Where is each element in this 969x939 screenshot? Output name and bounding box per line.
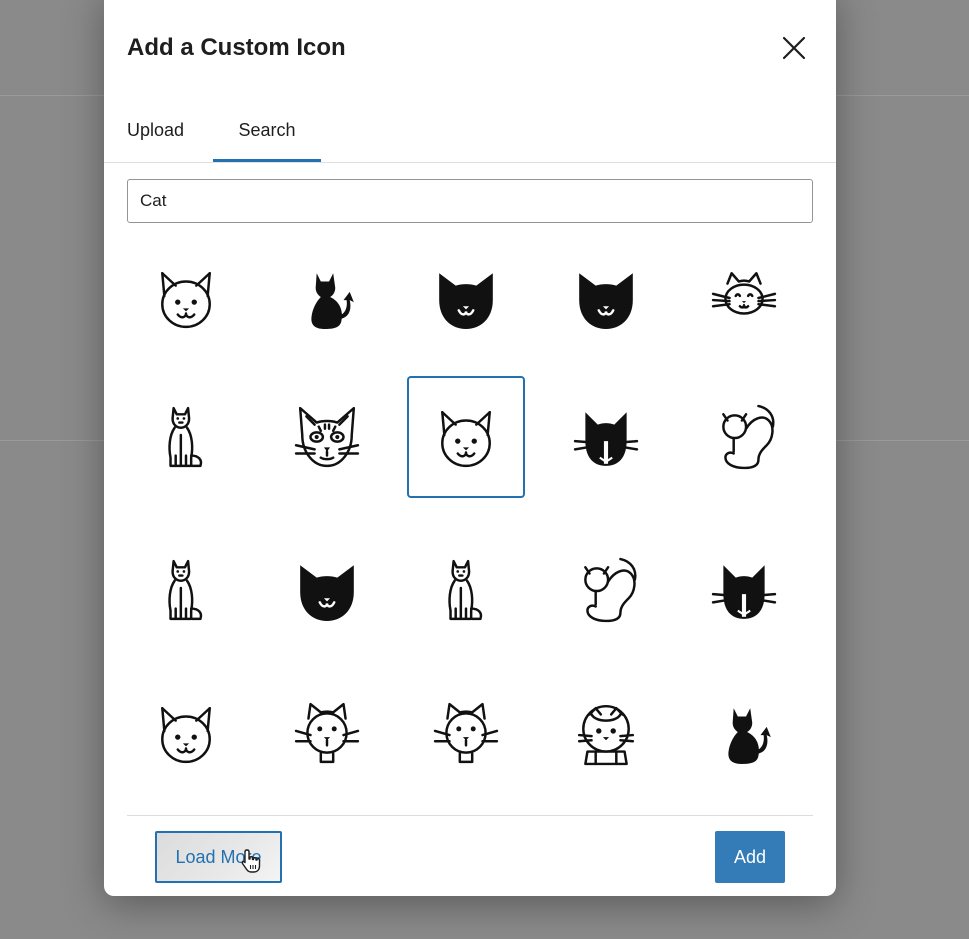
load-more-button[interactable]: Load More xyxy=(155,831,282,883)
icon-option[interactable] xyxy=(127,529,245,651)
cat-face-outline-icon xyxy=(161,707,211,764)
dialog-title: Add a Custom Icon xyxy=(127,34,346,61)
icon-option[interactable] xyxy=(407,529,525,651)
cat-face-round-whiskers-icon xyxy=(433,702,499,764)
cat-face-whiskers-solid-icon xyxy=(711,565,777,619)
icon-option[interactable] xyxy=(685,376,803,498)
icon-option[interactable] xyxy=(268,237,386,359)
cat-sitting-outline-icon xyxy=(448,559,483,621)
tab-upload[interactable]: Upload xyxy=(127,100,197,161)
icon-option[interactable] xyxy=(547,529,665,651)
close-button[interactable] xyxy=(776,30,812,66)
icon-option[interactable] xyxy=(685,672,803,794)
custom-icon-dialog: Add a Custom Icon Upload Search Load Mor… xyxy=(104,0,836,896)
cat-face-detailed-outline-icon xyxy=(294,406,360,468)
icon-option[interactable] xyxy=(685,529,803,651)
icon-option[interactable] xyxy=(407,376,525,498)
cat-face-solid-icon xyxy=(579,273,633,329)
cat-sitting-outline-icon xyxy=(168,406,203,468)
cat-face-outline-icon xyxy=(441,411,491,468)
cat-face-solid-icon xyxy=(439,273,493,329)
cat-curled-outline-icon xyxy=(722,404,775,470)
icon-option[interactable] xyxy=(268,376,386,498)
tab-upload-label: Upload xyxy=(127,120,185,140)
icon-option[interactable] xyxy=(127,237,245,359)
cat-face-whiskers-solid-icon xyxy=(573,412,639,466)
add-button[interactable]: Add xyxy=(715,831,785,883)
cat-face-outline-icon xyxy=(161,272,211,329)
cat-curled-outline-icon xyxy=(584,557,637,623)
icon-grid xyxy=(127,237,813,809)
icon-option[interactable] xyxy=(127,376,245,498)
cat-sitting-outline-icon xyxy=(168,559,203,621)
cat-face-whiskers-outline-icon xyxy=(711,272,777,315)
icon-option[interactable] xyxy=(268,529,386,651)
cat-astronaut-outline-icon xyxy=(577,704,635,766)
icon-option[interactable] xyxy=(407,672,525,794)
icon-option[interactable] xyxy=(547,672,665,794)
cat-face-round-whiskers-icon xyxy=(294,702,360,764)
tab-bar: Upload Search xyxy=(104,100,836,163)
close-icon xyxy=(782,36,806,60)
icon-option[interactable] xyxy=(547,376,665,498)
footer-divider xyxy=(127,815,813,816)
icon-option[interactable] xyxy=(685,237,803,359)
icon-option[interactable] xyxy=(127,672,245,794)
icon-option[interactable] xyxy=(407,237,525,359)
icon-option[interactable] xyxy=(547,237,665,359)
icon-option[interactable] xyxy=(268,672,386,794)
cat-sitting-back-solid-icon xyxy=(311,273,354,329)
tab-search[interactable]: Search xyxy=(213,100,321,162)
search-input[interactable] xyxy=(127,179,813,223)
cat-face-solid-icon xyxy=(300,565,354,621)
tab-search-label: Search xyxy=(238,120,296,140)
cat-sitting-back-solid-icon xyxy=(728,708,771,764)
active-tab-indicator xyxy=(213,159,321,162)
